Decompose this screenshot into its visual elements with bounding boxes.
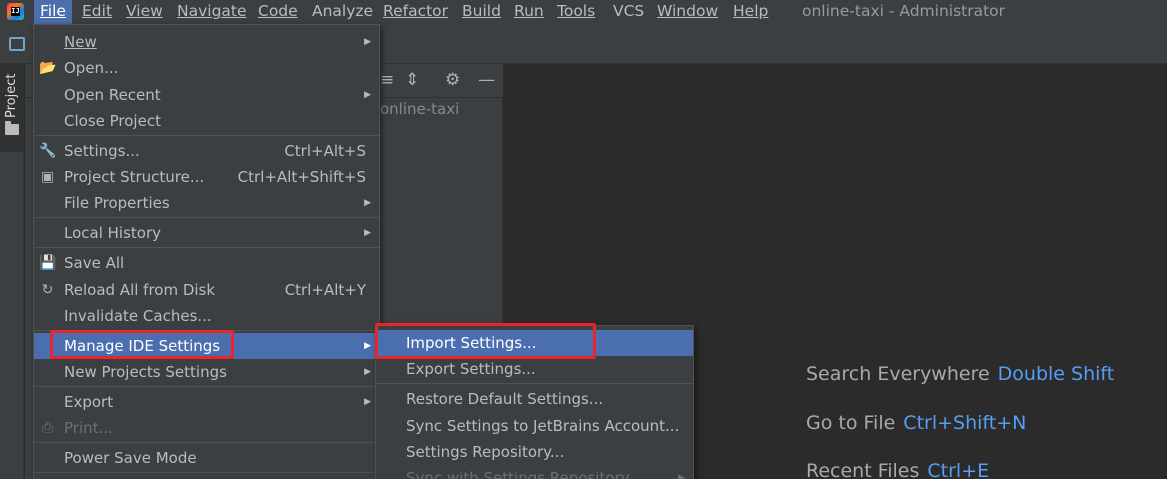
menu-separator [376, 383, 693, 384]
menu-refactor[interactable]: Refactor [377, 0, 454, 24]
hint-shortcut: Double Shift [997, 363, 1115, 385]
hint-go-to-file: Go to File Ctrl+Shift+N [806, 412, 1026, 434]
submenu-item-sync-settings-repository[interactable]: Sync with Settings Repository ▶ [376, 465, 693, 479]
menu-item-project-structure[interactable]: ▣ Project Structure... Ctrl+Alt+Shift+S [34, 164, 379, 190]
highlight-box-manage-ide-settings [50, 330, 234, 359]
menu-item-local-history[interactable]: Local History ▶ [34, 220, 379, 246]
menu-run[interactable]: Run [508, 0, 550, 24]
hint-search-everywhere: Search Everywhere Double Shift [806, 363, 1114, 385]
hint-recent-files: Recent Files Ctrl+E [806, 460, 989, 479]
menu-separator [34, 247, 379, 248]
menu-item-settings[interactable]: 🔧 Settings... Ctrl+Alt+S [34, 138, 379, 164]
main-menu-bar: IJ File Edit View Navigate Code Analyze … [0, 0, 1167, 24]
project-tab-label: Project [4, 73, 19, 118]
submenu-item-settings-repository[interactable]: Settings Repository... [376, 439, 693, 465]
menu-file[interactable]: File [34, 0, 72, 24]
menu-separator [34, 135, 379, 136]
menu-navigate[interactable]: Navigate [171, 0, 253, 24]
menu-item-open-recent[interactable]: Open Recent ▶ [34, 82, 379, 108]
menu-item-power-save-mode[interactable]: Power Save Mode [34, 445, 379, 471]
project-view-icon[interactable] [9, 37, 25, 51]
print-icon: ⎙ [41, 420, 54, 436]
hint-label: Go to File [806, 412, 896, 434]
reload-icon: ↻ [41, 282, 54, 298]
menu-vcs[interactable]: VCS [607, 0, 650, 24]
hint-shortcut: Ctrl+E [927, 460, 990, 479]
window-title: online-taxi - Administrator [802, 2, 1006, 20]
project-structure-icon: ▣ [40, 169, 55, 185]
menu-help[interactable]: Help [727, 0, 774, 24]
menu-item-invalidate-caches[interactable]: Invalidate Caches... [34, 303, 379, 329]
folder-open-icon: 📂 [39, 60, 57, 76]
gear-icon[interactable]: ⚙ [445, 70, 460, 90]
menu-analyze[interactable]: Analyze [306, 0, 379, 24]
menu-separator [34, 217, 379, 218]
menu-edit[interactable]: Edit [76, 0, 118, 24]
expand-all-icon[interactable]: ≡ [380, 70, 394, 90]
menu-code[interactable]: Code [252, 0, 304, 24]
menu-separator [34, 472, 379, 473]
file-menu-dropdown: New ▶ 📂 Open... Open Recent ▶ Close Projec… [33, 24, 380, 479]
menu-item-close-project[interactable]: Close Project [34, 108, 379, 134]
menu-item-new[interactable]: New ▶ [34, 29, 379, 55]
menu-item-reload-all[interactable]: ↻ Reload All from Disk Ctrl+Alt+Y [34, 277, 379, 303]
menu-item-save-all[interactable]: 💾 Save All [34, 250, 379, 276]
folder-icon [5, 121, 19, 135]
hint-label: Recent Files [806, 460, 920, 479]
menu-item-open[interactable]: 📂 Open... [34, 55, 379, 81]
menu-item-file-properties[interactable]: File Properties ▶ [34, 190, 379, 216]
hint-shortcut: Ctrl+Shift+N [903, 412, 1027, 434]
wrench-icon: 🔧 [39, 143, 57, 159]
menu-separator [34, 386, 379, 387]
menu-item-export[interactable]: Export ▶ [34, 389, 379, 415]
submenu-item-sync-jetbrains-account[interactable]: Sync Settings to JetBrains Account... [376, 413, 693, 439]
intellij-logo-icon: IJ [7, 3, 24, 20]
menu-separator [34, 442, 379, 443]
submenu-item-restore-default-settings[interactable]: Restore Default Settings... [376, 386, 693, 412]
collapse-all-icon[interactable]: ⇕ [405, 70, 419, 90]
menu-item-new-projects-settings[interactable]: New Projects Settings ▶ [34, 359, 379, 385]
highlight-box-import-settings [375, 323, 596, 359]
hint-label: Search Everywhere [806, 363, 990, 385]
menu-item-print[interactable]: ⎙ Print... [34, 415, 379, 441]
minimize-icon[interactable]: — [478, 70, 495, 90]
menu-view[interactable]: View [120, 0, 169, 24]
menu-build[interactable]: Build [456, 0, 507, 24]
menu-tools[interactable]: Tools [551, 0, 601, 24]
menu-window[interactable]: Window [651, 0, 724, 24]
submenu-item-export-settings[interactable]: Export Settings... [376, 356, 693, 382]
project-root-node[interactable]: online-taxi [380, 100, 459, 118]
save-icon: 💾 [39, 255, 57, 271]
